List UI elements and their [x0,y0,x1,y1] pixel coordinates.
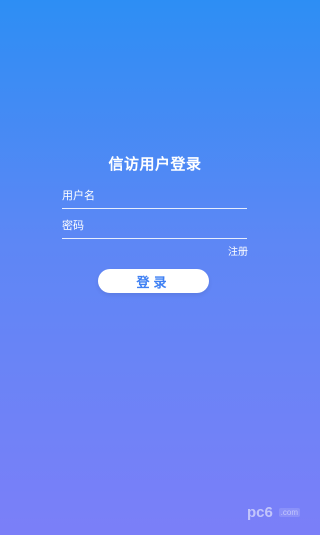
watermark-domain: .com [278,507,300,517]
page-title: 信访用户登录 [108,155,202,173]
pc6-watermark: pc6 .com [247,501,300,523]
register-link[interactable]: 注册 [228,243,248,258]
username-input[interactable] [62,184,247,206]
login-screen: 信访用户登录 注册 登录 pc6 .com [0,0,310,535]
login-button[interactable]: 登录 [98,269,209,293]
username-field [62,184,247,209]
password-input[interactable] [62,214,247,236]
password-field [62,214,247,239]
svg-text:pc6: pc6 [247,504,273,521]
pc6-logo-icon: pc6 [247,504,273,521]
